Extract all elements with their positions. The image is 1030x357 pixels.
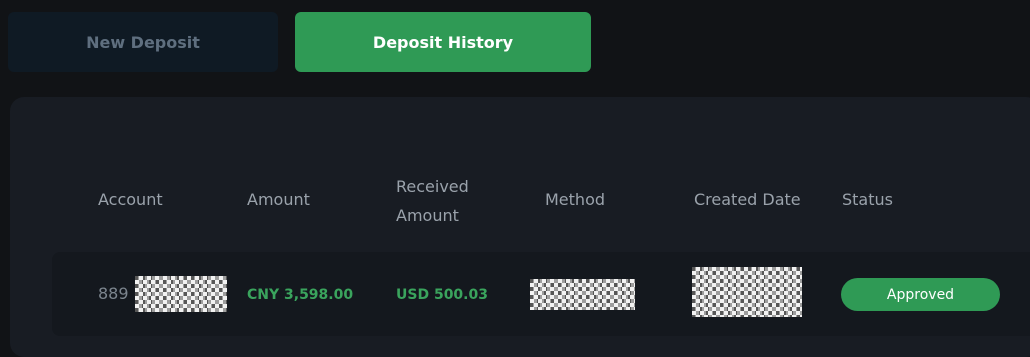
column-header-received-line2: Amount (396, 206, 459, 225)
column-header-received-amount: Received Amount (396, 172, 469, 230)
amount-value: CNY 3,598.00 (247, 287, 354, 303)
created-date-redacted-mosaic (692, 267, 802, 317)
column-header-received-line1: Received (396, 177, 469, 196)
account-redacted-mosaic (135, 276, 227, 312)
column-header-status: Status (842, 190, 893, 209)
column-header-amount: Amount (247, 190, 310, 209)
column-header-account: Account (98, 190, 163, 209)
column-header-created-date: Created Date (694, 190, 801, 209)
tab-deposit-history[interactable]: Deposit History (295, 12, 591, 72)
column-header-method: Method (545, 190, 606, 209)
method-redacted-mosaic (530, 279, 635, 310)
tab-new-deposit[interactable]: New Deposit (8, 12, 278, 72)
status-badge: Approved (841, 278, 1000, 311)
received-amount-value: USD 500.03 (396, 287, 488, 303)
account-number-prefix: 889 (98, 284, 129, 303)
